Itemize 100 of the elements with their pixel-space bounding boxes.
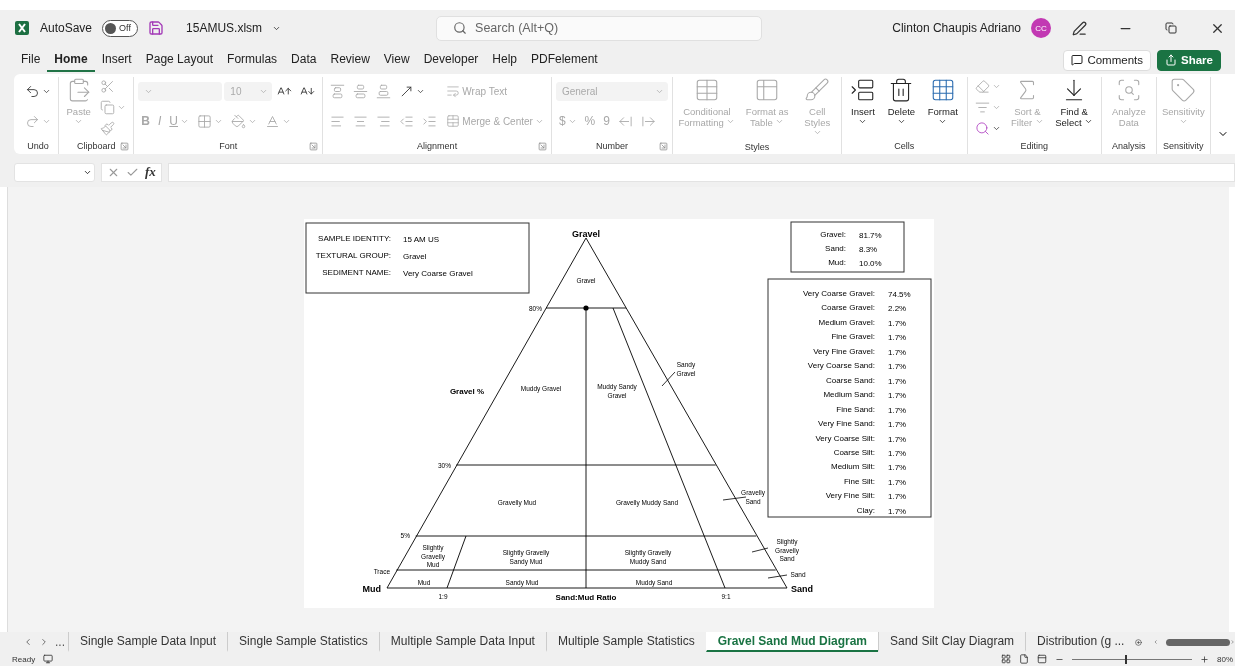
ribbon-large-button[interactable]: Delete bbox=[882, 77, 921, 128]
scroll-left-icon[interactable] bbox=[1152, 637, 1159, 647]
fraction-value: 1.7% bbox=[888, 405, 907, 415]
group-label: Editing bbox=[1020, 141, 1049, 151]
leader-line bbox=[767, 574, 788, 579]
merge-icon bbox=[446, 114, 461, 128]
leader-line bbox=[722, 496, 747, 501]
fraction-label: Fine Gravel: bbox=[831, 332, 875, 342]
dialog-launcher-icon[interactable] bbox=[658, 142, 668, 151]
increase-indent-icon bbox=[422, 113, 438, 129]
menu-tab[interactable]: View bbox=[376, 48, 417, 72]
dialog-launcher-icon[interactable] bbox=[309, 142, 319, 151]
caret-icon bbox=[1178, 117, 1188, 126]
comment-icon bbox=[1071, 54, 1084, 66]
tag-icon bbox=[1170, 77, 1197, 103]
menu-tab[interactable]: Home bbox=[47, 48, 95, 72]
comments-button[interactable]: Comments bbox=[1063, 49, 1152, 71]
fraction-value: 1.7% bbox=[888, 376, 907, 386]
menu-tab[interactable]: Review bbox=[323, 48, 377, 72]
fraction-value: 1.7% bbox=[888, 362, 907, 372]
axis-title: Sand:Mud Ratio bbox=[555, 593, 617, 602]
user-avatar[interactable]: CC bbox=[1031, 18, 1051, 38]
page-break-icon[interactable] bbox=[1037, 654, 1047, 664]
fraction-value: 1.7% bbox=[888, 318, 907, 328]
normal-view-icon[interactable] bbox=[1001, 654, 1011, 664]
composition-label: Sand: bbox=[825, 244, 846, 253]
info-label: SAMPLE IDENTITY: bbox=[318, 234, 391, 243]
fraction-label: Very Coarse Silt: bbox=[815, 433, 875, 443]
caret-icon bbox=[117, 103, 127, 112]
fraction-label: Fine Sand: bbox=[836, 404, 875, 414]
zoom-in-icon[interactable] bbox=[1200, 654, 1209, 664]
info-value: 15 AM US bbox=[403, 235, 439, 244]
group-label: Analysis bbox=[1112, 141, 1146, 151]
save-icon[interactable] bbox=[148, 20, 165, 36]
align-right-icon bbox=[376, 113, 392, 129]
dialog-launcher-icon[interactable] bbox=[537, 142, 547, 151]
page-layout-icon[interactable] bbox=[1019, 654, 1029, 664]
menu-tab[interactable]: PDFelement bbox=[524, 48, 605, 72]
search-field[interactable]: Search (Alt+Q) bbox=[436, 15, 763, 41]
insert-function-button[interactable]: fx bbox=[145, 164, 156, 180]
fraction-value: 1.7% bbox=[888, 333, 907, 343]
fraction-label: Fine Silt: bbox=[843, 476, 875, 486]
fraction-value: 1.7% bbox=[888, 477, 907, 487]
align-left-icon bbox=[330, 113, 346, 129]
share-icon bbox=[1165, 54, 1178, 66]
group-label: Styles bbox=[744, 141, 770, 152]
fraction-label: Coarse Silt: bbox=[833, 447, 875, 457]
fraction-label: Very Coarse Gravel: bbox=[802, 289, 875, 298]
autosave-toggle[interactable]: Off bbox=[102, 19, 139, 37]
search-icon bbox=[974, 121, 990, 136]
menu-tab[interactable]: Help bbox=[485, 48, 524, 72]
fraction-value: 2.2% bbox=[888, 304, 907, 314]
accessibility-icon[interactable] bbox=[43, 654, 54, 664]
group-label: Clipboard bbox=[76, 141, 116, 151]
filter-icon bbox=[974, 100, 990, 115]
menu-tab[interactable]: Data bbox=[284, 48, 324, 72]
menu-tab[interactable]: Formulas bbox=[220, 48, 285, 72]
group-label: Sensitivity bbox=[1163, 141, 1204, 151]
menu-tab[interactable]: File bbox=[14, 48, 48, 72]
zoom-level: 80% bbox=[1217, 654, 1234, 664]
dialog-launcher-icon[interactable] bbox=[120, 142, 130, 151]
fraction-value: 1.7% bbox=[888, 347, 907, 357]
fraction-label: Medium Sand: bbox=[823, 390, 875, 400]
horizontal-scrollbar[interactable] bbox=[1166, 638, 1230, 646]
fraction-label: Very Coarse Sand: bbox=[807, 361, 875, 371]
fraction-value: 1.7% bbox=[888, 448, 907, 458]
more-sheets-button[interactable]: ... bbox=[52, 635, 68, 649]
apex-label: Mud bbox=[362, 584, 381, 594]
group-label: Undo bbox=[27, 141, 49, 151]
app-logo-icon bbox=[14, 20, 30, 36]
zoom-slider-thumb[interactable] bbox=[1125, 654, 1128, 664]
ribbon-large-button[interactable]: Find & Select bbox=[1051, 77, 1098, 128]
file-name[interactable]: 15AMUS.xlsm bbox=[186, 21, 263, 35]
group-label: Font bbox=[219, 141, 238, 151]
borders-icon bbox=[197, 113, 212, 129]
caret-icon bbox=[1034, 117, 1044, 126]
sheet-tab[interactable]: Gravel Sand Mud Diagram bbox=[705, 632, 878, 652]
caret-icon bbox=[991, 103, 1001, 112]
ribbon-large-button[interactable]: Insert bbox=[845, 77, 880, 128]
info-value: Gravel bbox=[403, 252, 427, 261]
scroll-right-icon[interactable] bbox=[1229, 637, 1235, 647]
fraction-value: 1.7% bbox=[888, 434, 907, 444]
font-color-icon bbox=[265, 113, 280, 129]
fraction-label: Medium Silt: bbox=[831, 462, 875, 472]
fraction-label: Coarse Sand: bbox=[826, 375, 875, 385]
fraction-label: Coarse Gravel: bbox=[821, 303, 875, 313]
name-box[interactable] bbox=[14, 162, 95, 182]
menu-tab[interactable]: Developer bbox=[416, 48, 486, 72]
group-label: Cells bbox=[894, 141, 915, 151]
axis-title: Gravel % bbox=[449, 387, 485, 396]
group-label: Number bbox=[595, 141, 628, 151]
formula-input[interactable] bbox=[167, 162, 1235, 182]
cut-icon bbox=[100, 79, 116, 94]
menu-tab[interactable]: Insert bbox=[94, 48, 139, 72]
ribbon-large-button[interactable]: Format bbox=[923, 77, 963, 128]
fraction-label: Clay: bbox=[856, 505, 875, 515]
fraction-value: 1.7% bbox=[888, 492, 907, 502]
menu-tab[interactable]: Page Layout bbox=[138, 48, 221, 72]
info-value: Very Coarse Gravel bbox=[403, 269, 473, 278]
share-button[interactable]: Share bbox=[1157, 49, 1221, 71]
